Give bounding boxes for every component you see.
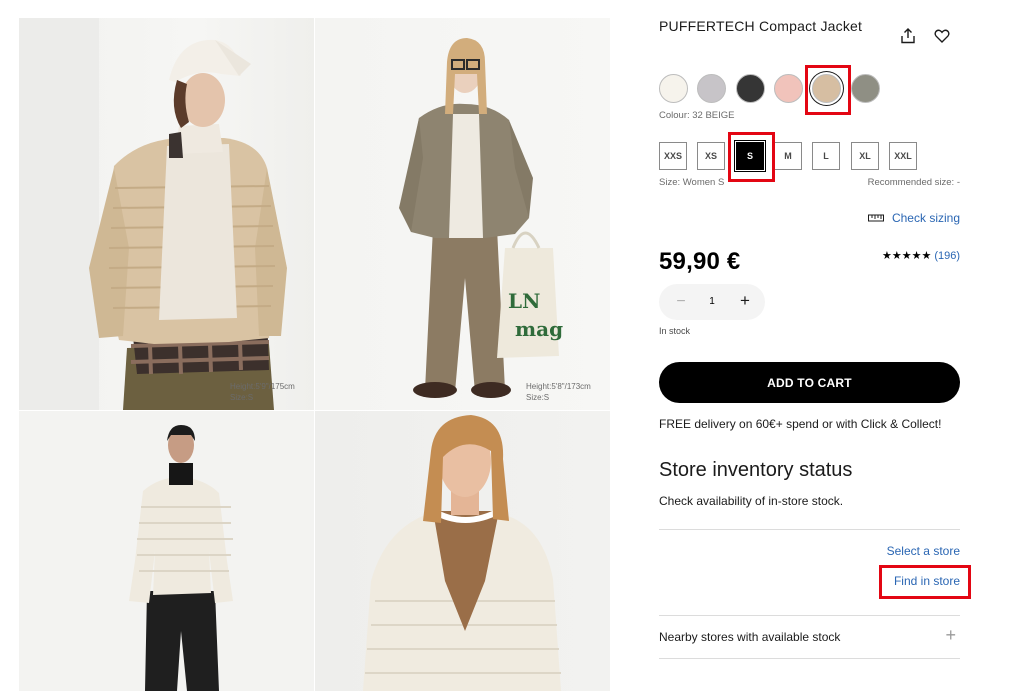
product-photo-1[interactable]: Height:5'9"/175cm Size:S [19,18,314,410]
divider [659,658,960,659]
product-photo-3[interactable] [19,411,314,691]
quantity-value: 1 [709,296,715,307]
product-price: 59,90 € [659,248,741,275]
size-option-xs[interactable]: XS [697,142,725,170]
increase-quantity-button[interactable]: + [737,292,753,310]
rating[interactable]: ★★★★★ (196) [882,249,960,263]
product-details-panel: PUFFERTECH Compact Jacket Colour: 32 BEI… [659,0,971,691]
stock-status: In stock [659,326,691,336]
share-icon[interactable] [899,27,917,45]
recommended-size: Recommended size: - [867,177,960,188]
review-count: (196) [934,249,960,262]
product-image-gallery: Height:5'9"/175cm Size:S LN mag Height:5… [19,18,610,691]
highlight-box-colour [805,65,851,115]
decrease-quantity-button[interactable]: − [673,293,689,311]
product-photo-2[interactable]: LN mag Height:5'8"/173cm Size:S [315,18,610,410]
size-option-xxl[interactable]: XXL [889,142,917,170]
select-store-link[interactable]: Select a store [887,544,960,558]
model-illustration-2: LN mag [399,38,563,398]
colour-swatch-black[interactable] [736,74,765,103]
model-size-caption: Height:5'9"/175cm Size:S [230,382,295,402]
size-option-l[interactable]: L [812,142,840,170]
check-sizing-label: Check sizing [891,211,960,225]
plus-icon[interactable]: + [945,626,956,644]
model-illustration-1 [19,18,287,410]
model-illustration-3 [129,425,233,691]
delivery-info: FREE delivery on 60€+ spend or with Clic… [659,417,942,431]
store-inventory-heading: Store inventory status [659,459,853,481]
product-photo-4[interactable] [315,411,610,691]
add-to-cart-button[interactable]: ADD TO CART [659,362,960,403]
highlight-box-find-store [879,565,971,599]
colour-label: Colour: 32 BEIGE [659,110,735,121]
product-title: PUFFERTECH Compact Jacket [659,18,863,34]
divider [659,529,960,530]
rating-stars: ★★★★★ [882,250,932,262]
store-inventory-subtext: Check availability of in-store stock. [659,494,844,508]
nearby-stores-accordion[interactable]: Nearby stores with available stock [659,630,840,644]
divider [659,615,960,616]
colour-swatch-white[interactable] [659,74,688,103]
tote-bag-logo: LN [508,289,540,313]
model-size-caption: Height:5'8"/173cm Size:S [526,382,591,402]
model-illustration-4 [363,415,561,691]
colour-swatch-olive[interactable] [851,74,880,103]
ruler-icon [867,211,884,225]
heart-icon[interactable] [933,27,951,45]
size-option-xl[interactable]: XL [851,142,879,170]
size-option-m[interactable]: M [774,142,802,170]
highlight-box-size [728,132,775,182]
size-option-xxs[interactable]: XXS [659,142,687,170]
size-label: Size: Women S [659,177,725,188]
colour-swatch-grey[interactable] [697,74,726,103]
quantity-stepper: − 1 + [659,284,765,320]
colour-swatch-pink[interactable] [774,74,803,103]
svg-text:mag: mag [515,317,563,341]
check-sizing-link[interactable]: Check sizing [867,211,960,225]
